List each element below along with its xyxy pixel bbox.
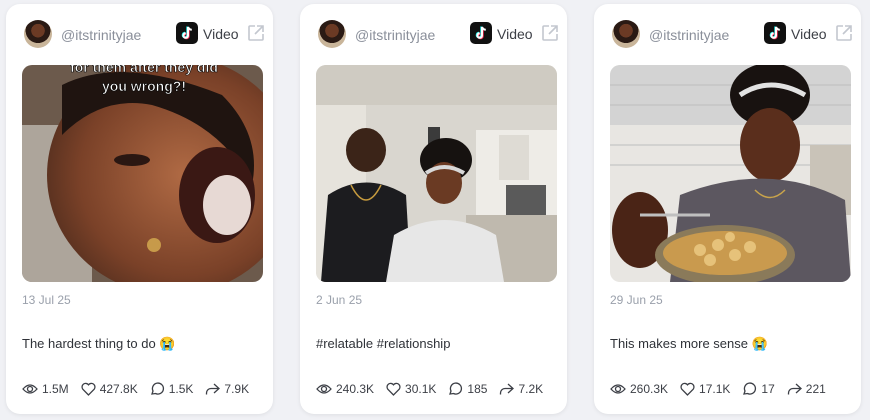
creator-handle[interactable]: @itstrinityjae [355, 27, 435, 43]
views-stat: 1.5M [22, 382, 69, 396]
tiktok-icon [470, 22, 492, 44]
thumbnail-overlay-text-line2: you wrong?! [102, 78, 186, 94]
likes-stat: 17.1K [680, 382, 730, 396]
video-thumbnail[interactable] [610, 65, 851, 282]
shares-count: 221 [805, 382, 826, 396]
content-type-label: Video [497, 26, 533, 42]
shares-count: 7.9K [224, 382, 250, 396]
creator-handle[interactable]: @itstrinityjae [61, 27, 141, 43]
video-card[interactable]: @itstrinityjae Video 29 Jun 25 This make… [594, 4, 861, 414]
avatar[interactable] [318, 20, 346, 48]
external-link-icon[interactable] [246, 23, 266, 48]
views-stat: 240.3K [316, 382, 374, 396]
avatar[interactable] [24, 20, 52, 48]
eye-icon [316, 384, 332, 394]
likes-count: 17.1K [699, 382, 731, 396]
shares-count: 7.2K [518, 382, 544, 396]
video-card[interactable]: @itstrinityjae Video for them after they… [6, 4, 273, 414]
external-link-icon[interactable] [540, 23, 560, 48]
views-count: 240.3K [336, 382, 375, 396]
comments-stat: 1.5K [150, 382, 194, 396]
video-thumbnail[interactable] [316, 65, 557, 282]
comments-stat: 185 [448, 382, 487, 396]
heart-icon [386, 382, 401, 396]
comment-icon [150, 382, 164, 395]
post-date: 29 Jun 25 [610, 293, 663, 307]
share-icon [206, 383, 221, 395]
likes-count: 30.1K [405, 382, 437, 396]
post-caption: The hardest thing to do 😭 [22, 336, 176, 351]
post-caption: This makes more sense 😭 [610, 336, 768, 351]
views-count: 260.3K [630, 382, 669, 396]
shares-stat: 7.9K [205, 382, 249, 396]
comments-count: 17 [761, 382, 775, 396]
engagement-stats: 1.5M 427.8K 1.5K 7.9K [22, 380, 263, 398]
views-stat: 260.3K [610, 382, 668, 396]
video-thumbnail[interactable]: for them after they did you wrong?! [22, 65, 263, 282]
post-caption: #relatable #relationship [316, 336, 451, 351]
likes-count: 427.8K [99, 382, 138, 396]
thumbnail-overlay-text-line1: for them after they did [70, 65, 218, 75]
tiktok-icon [764, 22, 786, 44]
tiktok-icon [176, 22, 198, 44]
external-link-icon[interactable] [834, 23, 854, 48]
likes-stat: 427.8K [81, 382, 138, 396]
share-icon [787, 383, 802, 395]
post-date: 13 Jul 25 [22, 293, 71, 307]
share-icon [500, 383, 515, 395]
heart-icon [680, 382, 695, 396]
card-header: @itstrinityjae Video [318, 20, 558, 50]
engagement-stats: 260.3K 17.1K 17 221 [610, 380, 851, 398]
card-header: @itstrinityjae Video [612, 20, 852, 50]
likes-stat: 30.1K [386, 382, 436, 396]
shares-stat: 7.2K [499, 382, 543, 396]
views-count: 1.5M [42, 382, 69, 396]
comments-count: 1.5K [168, 382, 194, 396]
content-type-label: Video [791, 26, 827, 42]
heart-icon [81, 382, 96, 396]
avatar[interactable] [612, 20, 640, 48]
comments-count: 185 [467, 382, 488, 396]
shares-stat: 221 [787, 382, 826, 396]
creator-handle[interactable]: @itstrinityjae [649, 27, 729, 43]
post-date: 2 Jun 25 [316, 293, 363, 307]
card-header: @itstrinityjae Video [24, 20, 264, 50]
video-card[interactable]: @itstrinityjae Video 2 Jun 25 #relatable… [300, 4, 567, 414]
eye-icon [610, 384, 626, 394]
comment-icon [743, 382, 757, 395]
comments-stat: 17 [742, 382, 775, 396]
comment-icon [449, 382, 463, 395]
engagement-stats: 240.3K 30.1K 185 7.2K [316, 380, 557, 398]
eye-icon [22, 384, 38, 394]
content-type-label: Video [203, 26, 239, 42]
